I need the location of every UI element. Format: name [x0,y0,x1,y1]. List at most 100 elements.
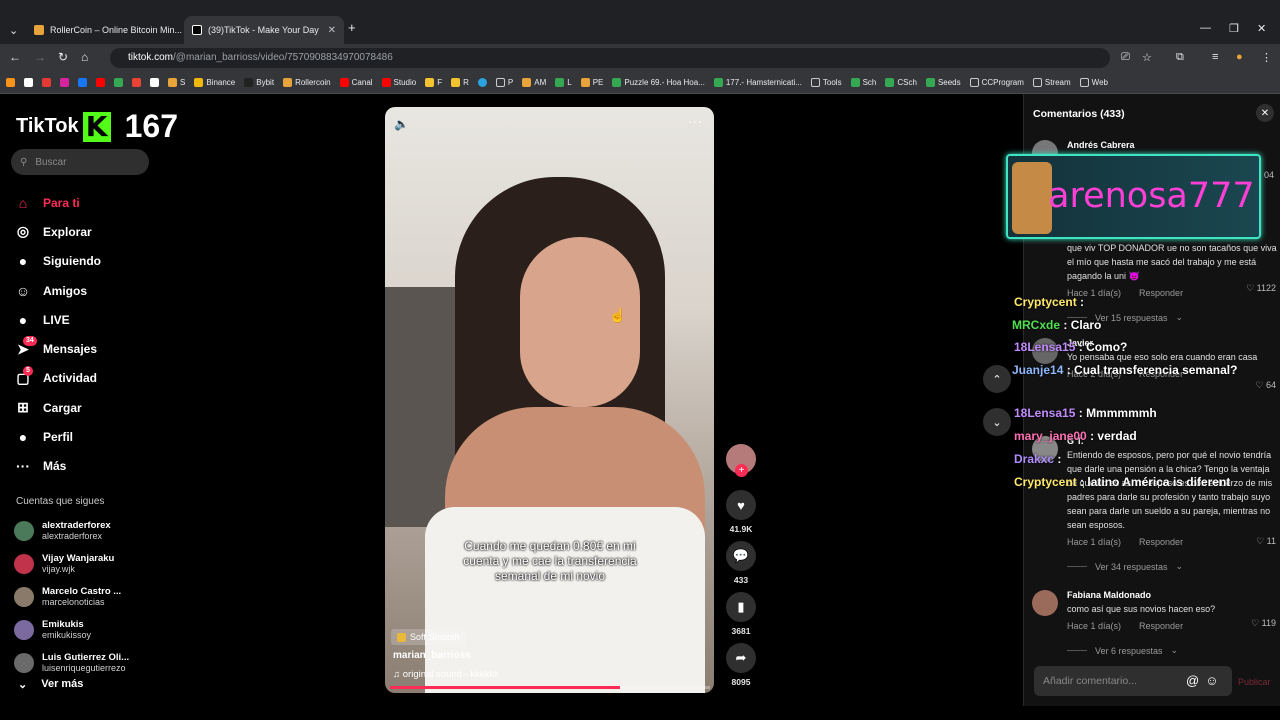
bookmark-icon-5[interactable] [78,78,87,87]
view-replies-button[interactable]: Ver 6 respuestas ⌄ [1067,645,1278,656]
maximize-icon[interactable]: ❐ [1229,22,1239,35]
video-sound[interactable]: ♫ original sound - kkkkkk [393,669,499,680]
bookmark-puzzle[interactable]: Puzzle 69.- Hoa Hoa... [612,78,705,87]
bookmark-studio[interactable]: Studio [381,78,416,87]
video-more-icon[interactable]: ··· [688,113,702,129]
tiktok-logo[interactable]: TikTok K 167 [16,108,178,145]
sidebar-item-upload[interactable]: ⊞ Cargar [14,393,154,422]
bookmark-f[interactable]: F [425,78,442,87]
url-field[interactable]: tiktok.com/@marian_barrioss/video/757090… [110,48,1110,68]
following-item[interactable]: Emikukis emikukissoy [14,613,154,646]
avatar[interactable] [1032,338,1058,364]
tab-tiktok[interactable]: (39)TikTok - Make Your Day ✕ [184,16,344,44]
sidebar-item-activity[interactable]: ▢ 5 Actividad [14,364,154,393]
close-tab-icon[interactable]: ✕ [328,25,336,36]
publish-button[interactable]: Publicar [1238,677,1271,687]
reply-button[interactable]: Responder [1139,369,1183,379]
bookmark-bybit[interactable]: Bybit [244,78,274,87]
bookmark-folder-ccprogram[interactable]: CCProgram [969,78,1024,87]
avatar[interactable] [1032,590,1058,616]
forward-icon[interactable]: → [34,50,46,64]
bookmark-seeds[interactable]: Seeds [925,78,961,87]
sidebar-item-messages[interactable]: ➤ 34 Mensajes [14,334,154,363]
comment-user[interactable]: Javier [1067,338,1278,348]
extensions-icon[interactable]: ⧉ [1176,51,1184,64]
view-replies-button[interactable]: Ver 34 respuestas ⌄ [1067,561,1278,572]
bookmark-csch[interactable]: CSch [885,78,917,87]
comment-likes[interactable]: ♡ 64 [1255,380,1276,391]
sidebar-item-friends[interactable]: ☺ Amigos [14,276,154,305]
bookmark-pe[interactable]: PE [580,78,603,87]
bookmark-am[interactable]: AM [522,78,546,87]
close-comments-button[interactable]: ✕ [1256,104,1274,122]
back-icon[interactable]: ← [9,50,21,64]
reply-button[interactable]: Responder [1139,288,1183,298]
effect-pill[interactable]: Soft Smooth [391,629,466,645]
following-item[interactable]: alextraderforex alextraderforex [14,514,154,547]
bookmark-rollercoin[interactable]: Rollercoin [283,78,331,87]
bookmark-sch[interactable]: Sch [850,78,876,87]
bookmark-s[interactable]: S [168,78,185,87]
profile-icon[interactable]: ● [1236,51,1243,63]
reload-icon[interactable]: ↻ [58,50,68,64]
share-button[interactable]: ➦ 8095 [722,643,760,687]
bookmark-hamster[interactable]: 177.- Hamsternicati... [713,78,802,87]
install-app-icon[interactable]: ⎚ [1121,51,1130,64]
comment-likes[interactable]: ♡ 11 [1256,536,1276,547]
previous-video-button[interactable]: ⌃ [983,365,1011,393]
comment-user[interactable]: Fabiana Maldonado [1067,590,1278,600]
video-player[interactable]: 🔈 ··· ☝ Cuando me quedan 0.80€ en mi cue… [385,107,714,693]
comment-likes[interactable]: ♡ 119 [1251,618,1276,629]
like-button[interactable]: ♥ 41.9K [722,490,760,534]
next-video-button[interactable]: ⌄ [983,408,1011,436]
sidebar-item-more[interactable]: ··· Más [14,452,154,481]
bookmark-binance[interactable]: Binance [194,78,235,87]
bookmark-p[interactable]: P [495,78,513,87]
comment-user[interactable]: Andrés Cabrera [1067,140,1278,150]
home-icon[interactable]: ⌂ [81,50,88,64]
bookmark-folder-stream[interactable]: Stream [1032,78,1071,87]
comment-user[interactable]: G T. [1067,436,1278,446]
sidebar-item-profile[interactable]: ● Perfil [14,422,154,451]
bookmark-icon-8[interactable] [132,78,141,87]
following-item[interactable]: Luis Gutierrez Oli... luisenriquegutierre… [14,646,154,679]
reply-button[interactable]: Responder [1139,537,1183,547]
new-tab-icon[interactable]: + [348,20,356,35]
creator-avatar[interactable]: + [726,444,756,477]
search-input[interactable]: ⚲ Buscar [11,149,149,175]
emoji-icon[interactable]: ☺ [1205,673,1218,688]
sidebar-item-home[interactable]: ⌂ Para ti [14,188,154,217]
sidebar-item-compass[interactable]: ◎ Explorar [14,217,154,246]
view-replies-button[interactable]: Ver 15 respuestas ⌄ [1067,312,1278,323]
video-progress-bar[interactable] [390,686,710,689]
minimize-icon[interactable]: — [1200,22,1211,34]
bookmark-icon-2[interactable] [24,78,33,87]
media-control-icon[interactable]: ≡ [1212,51,1218,63]
bookmark-canal[interactable]: Canal [339,78,373,87]
comment-button[interactable]: 💬 433 [722,541,760,585]
bookmark-icon-7[interactable] [114,78,123,87]
comment-likes[interactable]: ♡ 1122 [1246,283,1276,294]
reply-button[interactable]: Responder [1139,621,1183,631]
close-window-icon[interactable]: ✕ [1257,22,1266,35]
tab-rollercoin[interactable]: RollerCoin – Online Bitcoin Min... ✕ [26,16,182,44]
save-button[interactable]: ▮ 3681 [722,592,760,636]
following-item[interactable]: Vijay Wanjaraku vijay.wjk [14,547,154,580]
bookmark-r[interactable]: R [451,78,469,87]
bookmark-icon-3[interactable] [42,78,51,87]
tab-search-icon[interactable]: ⌄ [9,24,18,37]
bookmark-star-icon[interactable]: ☆ [1142,51,1152,64]
bookmark-l[interactable]: L [555,78,572,87]
follow-plus-icon[interactable]: + [735,464,748,477]
avatar[interactable] [1032,436,1058,462]
volume-icon[interactable]: 🔈 [394,117,409,131]
bookmark-folder-tools[interactable]: Tools [810,78,842,87]
sidebar-item-following[interactable]: ● Siguiendo [14,247,154,276]
bookmark-icon-4[interactable] [60,78,69,87]
browser-menu-icon[interactable]: ⋮ [1261,51,1272,64]
bookmark-folder-web[interactable]: Web [1079,78,1108,87]
bookmark-icon-6[interactable] [96,78,105,87]
mention-icon[interactable]: @ [1186,673,1199,688]
video-author[interactable]: marian_barrioss [393,650,471,661]
following-item[interactable]: Marcelo Castro ... marcelonoticias [14,580,154,613]
